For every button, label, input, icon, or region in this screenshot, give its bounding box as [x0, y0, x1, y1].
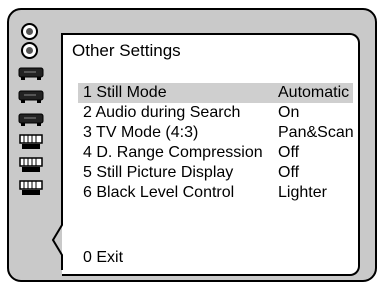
menu-item-label: 6 Black Level Control	[83, 184, 235, 201]
menu-item-label: 4 D. Range Compression	[83, 144, 263, 161]
panel-title: Other Settings	[72, 41, 181, 60]
osd-frame: Other Settings 1 Still Mode Automatic 2 …	[7, 8, 377, 282]
menu-item-value: Automatic	[278, 84, 350, 101]
menu-item-black-level-control[interactable]: 6 Black Level Control Lighter	[78, 183, 353, 203]
menu-item-d-range-compression[interactable]: 4 D. Range Compression Off	[78, 143, 353, 163]
settings-list: 1 Still Mode Automatic 2 Audio during Se…	[78, 83, 354, 203]
menu-item-audio-during-search[interactable]: 2 Audio during Search On	[78, 103, 353, 123]
menu-item-value: Lighter	[278, 184, 327, 201]
panel-tab-connector	[51, 33, 63, 270]
settings-panel: Other Settings 1 Still Mode Automatic 2 …	[62, 33, 360, 276]
menu-item-label: 5 Still Picture Display	[83, 164, 234, 181]
menu-item-value: Off	[278, 144, 300, 161]
disc-icon[interactable]	[21, 23, 38, 40]
menu-item-label: 1 Still Mode	[83, 84, 167, 101]
menu-item-still-mode[interactable]: 1 Still Mode Automatic	[78, 83, 353, 103]
menu-item-value: Pan&Scan	[278, 124, 354, 141]
menu-item-value: On	[278, 104, 300, 121]
exit-option[interactable]: 0 Exit	[83, 249, 123, 267]
menu-item-label: 3 TV Mode (4:3)	[83, 124, 199, 141]
menu-item-tv-mode[interactable]: 3 TV Mode (4:3) Pan&Scan	[78, 123, 354, 143]
menu-item-label: 2 Audio during Search	[83, 104, 241, 121]
disc-icon[interactable]	[21, 42, 38, 59]
menu-item-still-picture-display[interactable]: 5 Still Picture Display Off	[78, 163, 353, 183]
menu-item-value: Off	[278, 164, 300, 181]
